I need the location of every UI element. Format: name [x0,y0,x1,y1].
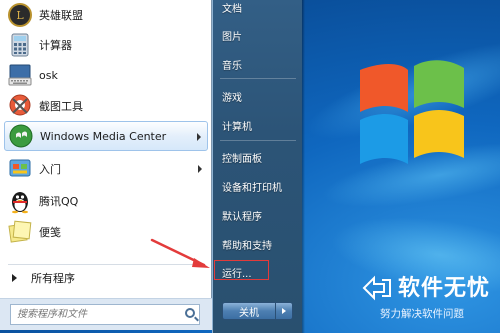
submenu-arrow-icon[interactable] [197,133,201,141]
places-divider [220,78,296,79]
program-label: 截图工具 [39,100,83,113]
shutdown-options-arrow-icon[interactable] [276,302,293,320]
all-programs-label: 所有程序 [31,272,75,285]
league-of-legends-icon: L [7,2,33,28]
program-item-snipping-tool[interactable]: 截图工具 [4,91,208,121]
program-item-windows-media-center[interactable]: Windows Media Center [4,121,208,151]
program-item-league-of-legends[interactable]: L 英雄联盟 [4,0,208,30]
search-input[interactable] [10,304,200,325]
places-item-control-panel[interactable]: 控制面板 [222,150,262,165]
watermark-title: 软件无忧 [398,276,491,301]
program-item-qq[interactable]: 腾讯QQ [4,186,208,216]
places-item-help-support[interactable]: 帮助和支持 [222,237,272,252]
places-item-computer[interactable]: 计算机 [222,118,252,133]
program-item-calculator[interactable]: 计算器 [4,30,208,60]
places-pane [212,0,305,333]
start-menu: L 英雄联盟 计算器 osk 截图工具 Windows Media Center… [0,0,305,333]
windows-media-center-icon [8,123,34,149]
places-item-documents[interactable]: 文档 [222,0,242,15]
calculator-icon [7,32,33,58]
program-label: 英雄联盟 [39,9,83,22]
program-label: 腾讯QQ [39,195,79,208]
qq-penguin-icon [7,188,33,214]
places-item-pictures[interactable]: 图片 [222,28,242,43]
places-item-default-programs[interactable]: 默认程序 [222,208,262,223]
svg-text:L: L [16,9,24,22]
places-item-run[interactable]: 运行... [222,265,252,280]
annotation-arrow-icon [150,238,210,268]
watermark: 软件无忧 努力解决软件问题 [360,270,496,328]
submenu-arrow-icon[interactable] [198,165,202,173]
program-item-getting-started[interactable]: 入门 [4,154,208,184]
search-bar [0,298,212,330]
program-label: Windows Media Center [40,129,167,143]
program-list-pane: L 英雄联盟 计算器 osk 截图工具 Windows Media Center… [0,0,212,330]
watermark-subtitle: 努力解决软件问题 [380,308,464,320]
on-screen-keyboard-icon [7,62,33,88]
program-label: 入门 [39,163,61,176]
places-item-devices-printers[interactable]: 设备和打印机 [222,179,282,194]
program-label: 计算器 [39,39,72,52]
program-label: osk [39,68,58,82]
windows-logo [360,60,464,164]
search-icon[interactable] [185,308,195,318]
program-item-osk[interactable]: osk [4,60,208,90]
sticky-notes-icon [7,219,33,245]
watermark-logo-icon [362,275,391,301]
places-item-music[interactable]: 音乐 [222,57,242,72]
expand-arrow-icon [12,274,17,282]
program-label: 便笺 [39,226,61,239]
shutdown-button[interactable]: 关机 [222,302,276,320]
getting-started-icon [7,156,33,182]
places-item-games[interactable]: 游戏 [222,89,242,104]
snipping-tool-icon [7,93,33,119]
places-divider [220,140,296,141]
